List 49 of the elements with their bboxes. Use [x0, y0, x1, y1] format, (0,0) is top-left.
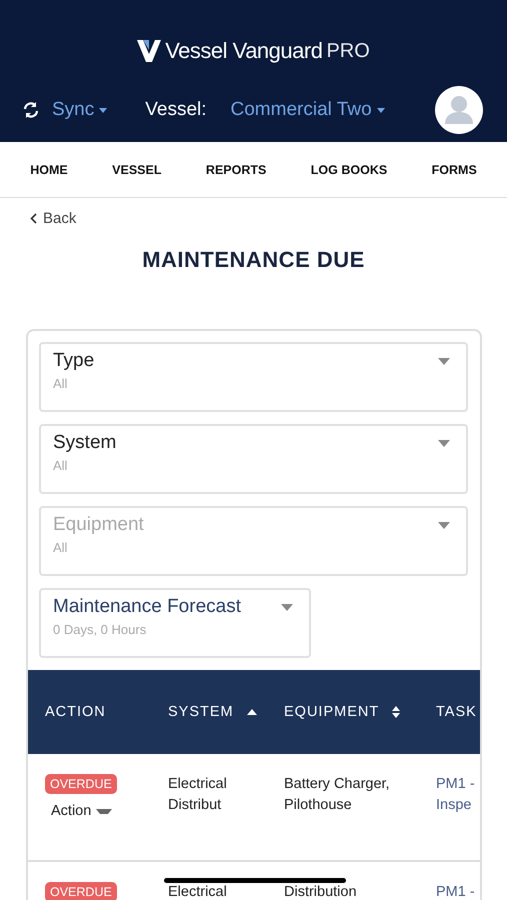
logo-suffix: PRO [326, 40, 370, 62]
field-label: System [53, 432, 116, 454]
caret-icon [96, 809, 112, 814]
select-field[interactable]: Type All [39, 342, 468, 412]
sort-up-icon[interactable] [246, 709, 257, 716]
field-value: All [53, 540, 68, 555]
column-header[interactable]: SYSTEM [168, 704, 234, 720]
caret-icon [99, 108, 108, 112]
field-value: All [53, 458, 68, 473]
field-label: Maintenance Forecast [53, 596, 241, 618]
sync-dropdown[interactable]: Sync [52, 99, 108, 121]
vessel-label: Vessel: [145, 99, 207, 121]
select-field[interactable]: System All [39, 424, 468, 494]
select-field[interactable]: Maintenance Forecast 0 Days, 0 Hours [39, 588, 311, 658]
field-label: Type [53, 350, 94, 372]
nav-tab[interactable]: LOG BOOKS [310, 162, 388, 176]
v-logo-icon [137, 40, 162, 62]
task-link[interactable]: PM1 - Inspe [436, 774, 479, 816]
column-header[interactable]: EQUIPMENT [284, 704, 379, 720]
nav-tab[interactable]: REPORTS [206, 162, 266, 176]
field-value: All [53, 376, 68, 391]
avatar-icon[interactable] [435, 86, 483, 134]
status-badge: OVERDUE [45, 882, 117, 900]
caret-icon [438, 440, 450, 446]
action-dropdown[interactable]: Action [51, 801, 112, 822]
status-badge: OVERDUE [45, 774, 117, 794]
task-link[interactable]: PM1 - [436, 882, 475, 900]
back-link[interactable]: Back [30, 210, 76, 227]
vessel-dropdown[interactable]: Commercial Two [230, 99, 385, 121]
sync-icon[interactable] [22, 101, 40, 119]
column-header[interactable]: TASK [436, 704, 477, 720]
nav-tab[interactable]: FORMS [432, 162, 477, 176]
field-value: 0 Days, 0 Hours [53, 622, 148, 637]
chevron-left-icon [30, 213, 37, 224]
column-header[interactable]: ACTION [45, 704, 106, 720]
nav-tab[interactable]: HOME [30, 162, 68, 176]
table-cell-text: Electrical Distribut [168, 775, 228, 815]
sort-icon[interactable] [392, 706, 400, 718]
field-label: Equipment [53, 514, 144, 536]
logo-text: Vessel Vanguard [165, 38, 322, 64]
caret-icon [281, 604, 293, 610]
table-cell-text: Battery Charger, Pilothouse [284, 775, 391, 815]
page-title: MAINTENANCE DUE [141, 247, 366, 273]
caret-icon [438, 358, 450, 364]
caret-icon [376, 108, 385, 112]
nav-tab[interactable]: VESSEL [112, 162, 162, 176]
table-cell-text: Distribution [284, 883, 358, 900]
caret-icon [438, 522, 450, 528]
table-cell-text: Electrical [168, 883, 228, 900]
